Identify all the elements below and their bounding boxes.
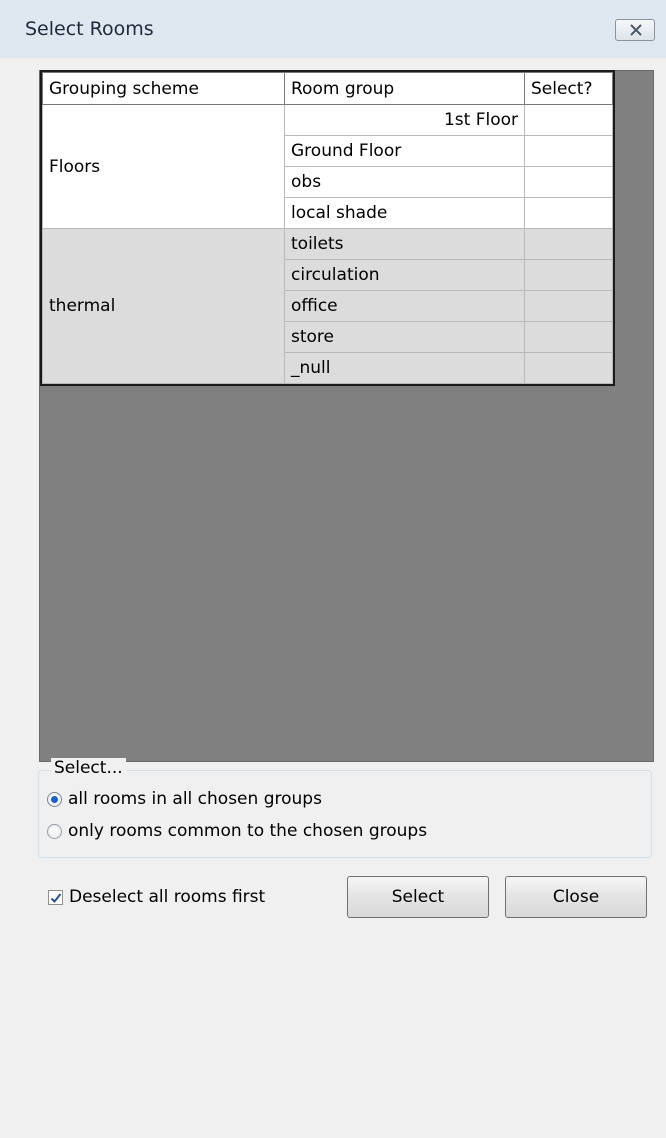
- scheme-cell-thermal[interactable]: thermal: [42, 228, 285, 384]
- deselect-first-label: Deselect all rooms first: [69, 887, 266, 907]
- radio-common-rooms[interactable]: only rooms common to the chosen groups: [47, 821, 427, 841]
- rooms-table: Grouping scheme Room group Select? Floor…: [40, 70, 615, 386]
- select-cell[interactable]: [524, 166, 613, 198]
- room-cell[interactable]: _null: [284, 352, 525, 384]
- select-cell[interactable]: [524, 352, 613, 384]
- radio-common-rooms-label: only rooms common to the chosen groups: [68, 821, 428, 841]
- close-dialog-button[interactable]: Close: [505, 876, 647, 918]
- table-row: Floors 1st Floor: [42, 104, 613, 229]
- select-cell[interactable]: [524, 197, 613, 229]
- room-cell[interactable]: Ground Floor: [284, 135, 525, 167]
- close-button[interactable]: [615, 19, 655, 41]
- room-cell[interactable]: circulation: [284, 259, 525, 291]
- window-title: Select Rooms: [25, 18, 154, 40]
- select-cell[interactable]: [524, 104, 613, 136]
- select-cell[interactable]: [524, 135, 613, 167]
- radio-button-selected[interactable]: [47, 791, 62, 807]
- select-cell[interactable]: [524, 228, 613, 260]
- select-cell[interactable]: [524, 290, 613, 322]
- title-bar: Select Rooms: [0, 0, 666, 58]
- close-icon: [630, 24, 642, 36]
- deselect-first-checkbox-row[interactable]: Deselect all rooms first: [48, 887, 265, 907]
- room-cell[interactable]: obs: [284, 166, 525, 198]
- room-cell[interactable]: toilets: [284, 228, 525, 260]
- room-cell[interactable]: store: [284, 321, 525, 353]
- select-cell[interactable]: [524, 321, 613, 353]
- select-cell[interactable]: [524, 259, 613, 291]
- select-button[interactable]: Select: [347, 876, 489, 918]
- room-cell[interactable]: 1st Floor: [284, 104, 525, 136]
- scheme-cell-floors[interactable]: Floors: [42, 104, 285, 229]
- room-cell[interactable]: local shade: [284, 197, 525, 229]
- radio-all-rooms-label: all rooms in all chosen groups: [68, 789, 322, 809]
- radio-button-unselected[interactable]: [47, 823, 62, 839]
- deselect-first-checkbox[interactable]: [48, 889, 63, 905]
- header-select[interactable]: Select?: [524, 72, 613, 105]
- checkmark-icon: [50, 892, 62, 903]
- select-mode-groupbox: Select... all rooms in all chosen groups…: [38, 758, 652, 858]
- table-header-row: Grouping scheme Room group Select?: [42, 72, 613, 105]
- radio-all-rooms[interactable]: all rooms in all chosen groups: [47, 789, 322, 809]
- header-grouping-scheme[interactable]: Grouping scheme: [42, 72, 285, 105]
- room-cell[interactable]: office: [284, 290, 525, 322]
- header-room-group[interactable]: Room group: [284, 72, 525, 105]
- table-row: thermal toilets: [42, 228, 613, 384]
- select-mode-legend: Select...: [51, 758, 126, 778]
